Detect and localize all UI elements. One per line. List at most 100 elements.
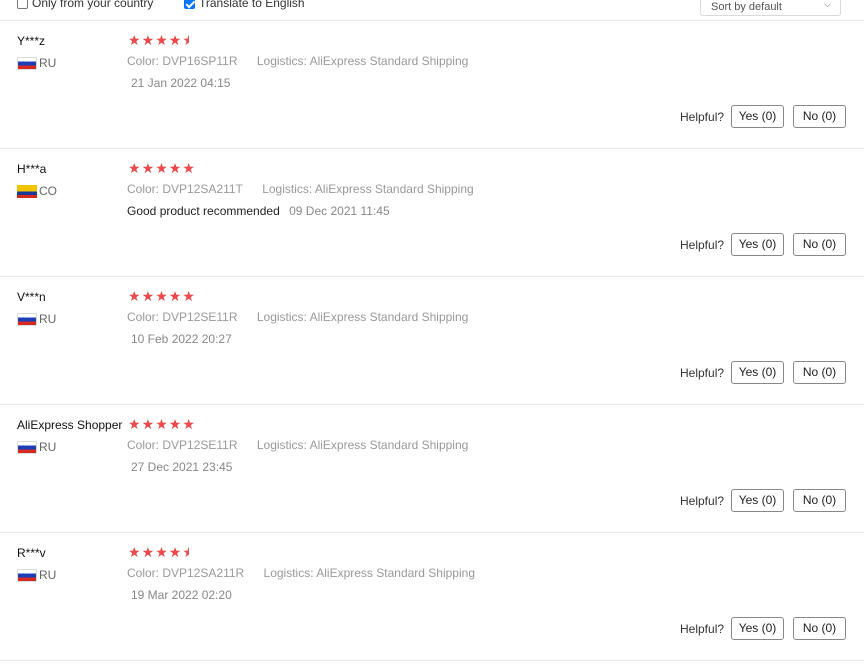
only-from-country-checkbox[interactable]: Only from your country	[17, 0, 153, 10]
review-item: R***v RU ★ ★ ★ ★ ★ Color: DVP12SA211R Logist…	[0, 533, 864, 661]
star-icon: ★	[182, 160, 195, 176]
country-code: RU	[39, 56, 57, 70]
logistics-key: Logistics:	[263, 566, 314, 580]
review-body-line: 21 Jan 2022 04:15	[131, 76, 230, 90]
color-key: Color:	[127, 54, 160, 68]
country-code: CO	[39, 184, 57, 198]
review-meta: Color: DVP16SP11R Logistics: AliExpress …	[127, 54, 468, 68]
logistics-value: AliExpress Standard Shipping	[314, 182, 474, 196]
star-icon: ★	[128, 160, 141, 176]
star-rating: ★ ★ ★ ★ ★	[128, 545, 196, 559]
star-icon: ★	[182, 288, 195, 304]
star-icon: ★	[168, 32, 182, 48]
star-icon: ★	[128, 288, 141, 304]
russia-flag-icon	[17, 440, 37, 454]
logistics-value: AliExpress Standard Shipping	[309, 54, 469, 68]
helpful-yes-button[interactable]: Yes (0)	[731, 233, 784, 256]
star-icon: ★	[141, 288, 155, 304]
color-value: DVP12SE11R	[162, 310, 238, 324]
helpful-yes-button[interactable]: Yes (0)	[731, 617, 784, 640]
review-text: Good product recommended	[127, 204, 280, 218]
helpful-no-button[interactable]: No (0)	[793, 233, 846, 256]
sort-select[interactable]: Sort by default ⌵	[700, 0, 841, 16]
review-item: H***a CO ★ ★ ★ ★ ★ Color: DVP12SA211T Logist…	[0, 149, 864, 277]
star-icon: ★	[155, 32, 168, 48]
color-key: Color:	[127, 566, 160, 580]
russia-flag-icon	[17, 312, 37, 326]
review-item: V***n RU ★ ★ ★ ★ ★ Color: DVP12SE11R Logisti…	[0, 277, 864, 405]
translate-to-english-checkbox[interactable]: Translate to English	[184, 0, 305, 10]
sort-select-value: Sort by default	[711, 1, 782, 13]
review-filter-bar: Only from your country Translate to Engl…	[0, 0, 864, 21]
helpful-label: Helpful?	[680, 622, 725, 636]
color-value: DVP12SA211T	[162, 182, 243, 196]
helpful-no-button[interactable]: No (0)	[793, 617, 846, 640]
reviewer-name: R***v	[17, 546, 46, 560]
helpful-label: Helpful?	[680, 110, 725, 124]
reviewer-country: RU	[17, 56, 56, 70]
logistics-value: AliExpress Standard Shipping	[309, 438, 469, 452]
review-meta: Color: DVP12SE11R Logistics: AliExpress …	[127, 310, 468, 324]
review-item: AliExpress Shopper RU ★ ★ ★ ★ ★ Color: DVP12…	[0, 405, 864, 533]
translate-to-english-checkbox-box[interactable]	[184, 0, 195, 9]
helpful-yes-button[interactable]: Yes (0)	[731, 105, 784, 128]
color-key: Color:	[127, 438, 160, 452]
review-date: 09 Dec 2021 11:45	[289, 204, 390, 218]
review-meta: Color: DVP12SE11R Logistics: AliExpress …	[127, 438, 468, 452]
logistics-value: AliExpress Standard Shipping	[309, 310, 469, 324]
reviewer-country: RU	[17, 312, 56, 326]
color-value: DVP16SP11R	[162, 54, 238, 68]
star-icon: ★	[168, 288, 182, 304]
reviewer-name: AliExpress Shopper	[17, 418, 123, 432]
helpful-yes-button[interactable]: Yes (0)	[731, 489, 784, 512]
translate-to-english-label: Translate to English	[199, 0, 305, 10]
star-icon: ★	[141, 32, 155, 48]
review-meta: Color: DVP12SA211T Logistics: AliExpress…	[127, 182, 474, 196]
star-icon: ★	[128, 32, 141, 48]
star-icon: ★	[141, 160, 155, 176]
star-icon: ★	[128, 416, 141, 432]
star-icon: ★	[182, 416, 195, 432]
helpful-no-button[interactable]: No (0)	[793, 489, 846, 512]
russia-flag-icon	[17, 568, 37, 582]
star-icon: ★	[182, 32, 195, 48]
star-icon: ★	[141, 416, 155, 432]
country-code: RU	[39, 568, 57, 582]
review-date: 19 Mar 2022 02:20	[131, 588, 232, 602]
logistics-key: Logistics:	[262, 182, 313, 196]
helpful-yes-button[interactable]: Yes (0)	[731, 361, 784, 384]
review-date: 21 Jan 2022 04:15	[131, 76, 231, 90]
star-icon: ★	[155, 160, 168, 176]
star-rating: ★ ★ ★ ★ ★	[128, 417, 196, 431]
russia-flag-icon	[17, 56, 37, 70]
review-item: Y***z RU ★ ★ ★ ★ ★ Color: DVP16SP11R Logisti…	[0, 21, 864, 149]
star-icon: ★	[168, 416, 182, 432]
reviewer-name: Y***z	[17, 34, 46, 48]
review-date: 27 Dec 2021 23:45	[131, 460, 233, 474]
star-icon: ★	[168, 160, 182, 176]
helpful-no-button[interactable]: No (0)	[793, 105, 846, 128]
reviewer-country: RU	[17, 440, 56, 454]
review-date: 10 Feb 2022 20:27	[131, 332, 232, 346]
star-icon: ★	[141, 544, 155, 560]
country-code: RU	[39, 312, 57, 326]
helpful-label: Helpful?	[680, 366, 725, 380]
color-value: DVP12SE11R	[162, 438, 238, 452]
only-from-country-checkbox-box[interactable]	[17, 0, 28, 9]
reviewer-name: H***a	[17, 162, 47, 176]
star-icon: ★	[182, 544, 195, 560]
review-body-line: 19 Mar 2022 02:20	[131, 588, 232, 602]
color-key: Color:	[127, 182, 160, 196]
star-rating: ★ ★ ★ ★ ★	[128, 33, 196, 47]
country-code: RU	[39, 440, 57, 454]
review-body-line: 27 Dec 2021 23:45	[131, 460, 232, 474]
helpful-no-button[interactable]: No (0)	[793, 361, 846, 384]
reviewer-country: CO	[17, 184, 57, 198]
star-icon: ★	[155, 544, 168, 560]
star-icon: ★	[155, 416, 168, 432]
star-icon: ★	[155, 288, 168, 304]
helpful-label: Helpful?	[680, 494, 725, 508]
color-value: DVP12SA211R	[162, 566, 245, 580]
logistics-key: Logistics:	[256, 438, 307, 452]
star-rating: ★ ★ ★ ★ ★	[128, 289, 196, 303]
